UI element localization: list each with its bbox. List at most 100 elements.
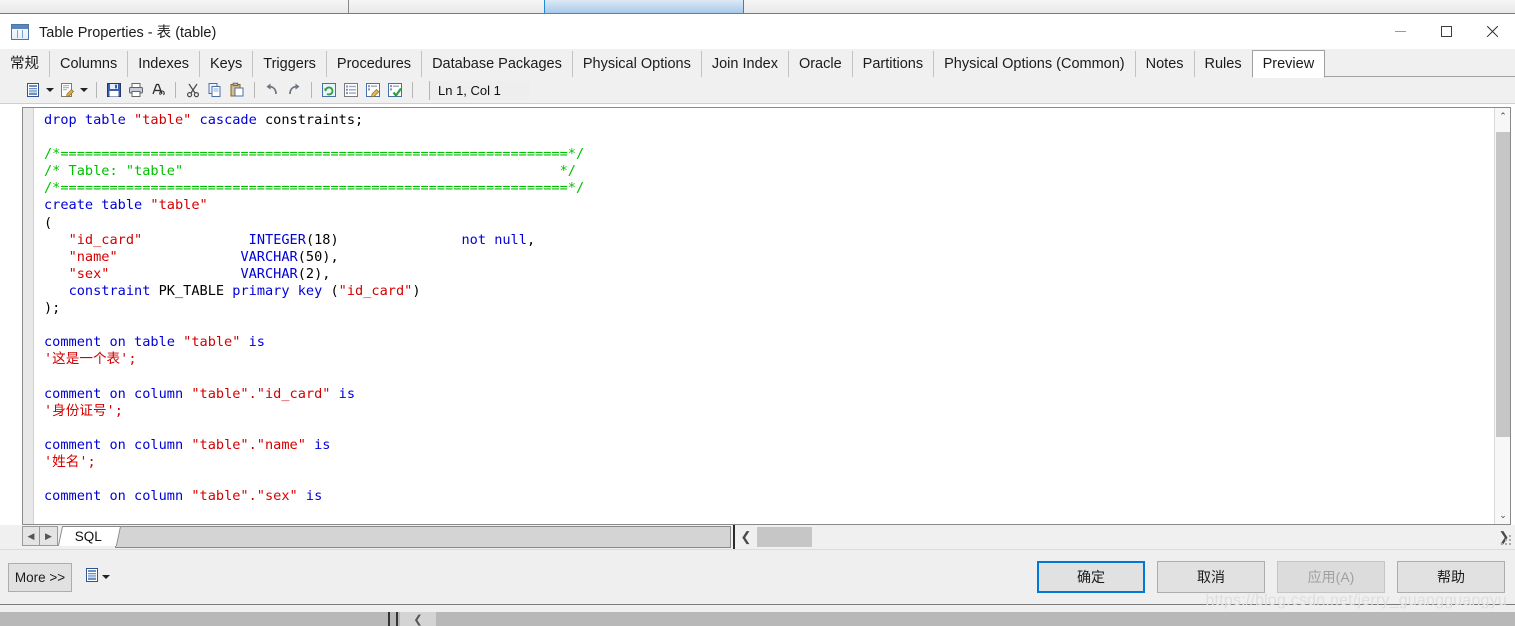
horizontal-scroll-track[interactable]	[757, 526, 1493, 548]
background-divider-2	[396, 612, 398, 626]
horizontal-scrollbar[interactable]: ❮ ❯	[735, 525, 1515, 549]
properties-tabstrip: 常规 Columns Indexes Keys Triggers Procedures Da…	[0, 49, 1515, 78]
code-token: is	[297, 488, 323, 505]
tab-columns[interactable]: Columns	[49, 51, 129, 77]
minimize-button[interactable]	[1377, 14, 1423, 49]
dialog-button-bar: More >> 确定 取消 应用(A) 帮助 https://blog.csdn.ne…	[0, 549, 1515, 609]
tab-general[interactable]: 常规	[0, 51, 50, 77]
code-line: comment on column "table"."sex" is	[44, 488, 1494, 505]
properties-icon[interactable]	[340, 79, 362, 101]
find-icon[interactable]	[147, 79, 169, 101]
scroll-down-icon[interactable]: ⌄	[1495, 507, 1510, 524]
tab-partitions[interactable]: Partitions	[851, 51, 935, 77]
print-icon[interactable]	[125, 79, 147, 101]
vertical-scrollbar[interactable]: ⌃ ⌄	[1494, 108, 1510, 524]
copy-icon[interactable]	[204, 79, 226, 101]
code-token: create table	[44, 197, 151, 214]
check-properties-icon[interactable]	[384, 79, 406, 101]
code-token: (18)	[305, 231, 339, 248]
code-token: "table"	[150, 197, 208, 214]
tab-label: Keys	[210, 56, 243, 72]
maximize-button[interactable]	[1423, 14, 1469, 49]
code-token: '身份证号';	[44, 402, 123, 419]
generate-script-icon	[84, 567, 100, 588]
sql-code-area[interactable]: drop table "table" cascade constraints; …	[34, 108, 1494, 524]
sheet-prev-button[interactable]: ◀	[22, 526, 40, 546]
undo-icon[interactable]	[261, 79, 283, 101]
code-line: /*======================================…	[44, 180, 1494, 197]
tab-procedures[interactable]: Procedures	[325, 51, 423, 77]
background-window-tabstrip	[0, 0, 1515, 13]
button-label: 取消	[1197, 569, 1225, 585]
tab-triggers[interactable]: Triggers	[252, 51, 327, 77]
help-button[interactable]: 帮助	[1397, 561, 1505, 593]
chevron-down-icon[interactable]	[44, 79, 56, 101]
code-line: '身份证号';	[44, 403, 1494, 420]
sheet-next-button[interactable]: ▶	[40, 526, 58, 546]
code-token: is	[240, 334, 265, 351]
refresh-icon[interactable]	[318, 79, 340, 101]
horizontal-scroll-thumb[interactable]	[757, 527, 812, 547]
code-token: (	[44, 214, 53, 231]
code-token: VARCHAR	[240, 265, 298, 282]
code-line: comment on column "table"."name" is	[44, 437, 1494, 454]
vertical-scroll-thumb[interactable]	[1496, 132, 1510, 437]
background-active-tab[interactable]	[544, 0, 744, 13]
edit-script-icon[interactable]	[56, 79, 78, 101]
code-token: '这是一个表';	[44, 351, 137, 368]
code-token: );	[44, 300, 61, 317]
tab-label: Database Packages	[432, 56, 562, 72]
dialog-action-buttons: 确定 取消 应用(A) 帮助	[1037, 561, 1505, 593]
tab-label: Preview	[1262, 56, 1315, 72]
chevron-down-icon[interactable]	[100, 566, 112, 588]
code-line: /*======================================…	[44, 146, 1494, 163]
background-prev-arrow-icon[interactable]: ❮	[400, 612, 436, 626]
tab-oracle[interactable]: Oracle	[787, 51, 853, 77]
code-line: );	[44, 300, 1494, 317]
tab-notes[interactable]: Notes	[1134, 51, 1195, 77]
editor-toolbar: Ln 1, Col 1	[0, 77, 1515, 104]
tab-label: Procedures	[336, 56, 412, 72]
scroll-left-icon[interactable]: ❮	[735, 526, 757, 548]
sheet-tab-filler	[115, 526, 731, 548]
code-token: /*======================================…	[44, 180, 585, 197]
edit-properties-icon[interactable]	[362, 79, 384, 101]
resize-grip-icon[interactable]	[1501, 535, 1513, 547]
scroll-up-icon[interactable]: ⌃	[1495, 108, 1510, 125]
footer-script-button[interactable]	[84, 566, 112, 588]
tab-preview[interactable]: Preview	[1251, 50, 1326, 78]
sheet-tab-area: SQL	[57, 525, 731, 549]
code-token: )	[412, 282, 421, 299]
tab-physical-options-common[interactable]: Physical Options (Common)	[933, 51, 1136, 77]
more-button[interactable]: More >>	[8, 562, 72, 592]
cut-icon[interactable]	[182, 79, 204, 101]
background-divider-1	[388, 612, 390, 626]
tab-rules[interactable]: Rules	[1193, 51, 1253, 77]
tab-label: Physical Options (Common)	[944, 56, 1125, 72]
tab-indexes[interactable]: Indexes	[127, 51, 201, 77]
close-button[interactable]	[1469, 14, 1515, 49]
code-token: "table"."id_card"	[191, 385, 331, 402]
code-line: comment on column "table"."id_card" is	[44, 386, 1494, 403]
sheet-tab-sql[interactable]: SQL	[57, 526, 122, 546]
generate-script-icon[interactable]	[22, 79, 44, 101]
cancel-button[interactable]: 取消	[1157, 561, 1265, 593]
tab-join-index[interactable]: Join Index	[700, 51, 789, 77]
tab-keys[interactable]: Keys	[199, 51, 254, 77]
redo-icon[interactable]	[283, 79, 305, 101]
paste-icon[interactable]	[226, 79, 248, 101]
editor-gutter	[23, 108, 34, 524]
table-icon	[11, 23, 29, 40]
tab-database-packages[interactable]: Database Packages	[421, 51, 573, 77]
ok-button[interactable]: 确定	[1037, 561, 1145, 593]
code-line: "id_card" INTEGER(18) not null,	[44, 232, 1494, 249]
chevron-down-icon[interactable]	[78, 79, 90, 101]
code-token: INTEGER	[248, 231, 306, 248]
tab-physical-options[interactable]: Physical Options	[571, 51, 702, 77]
save-icon[interactable]	[103, 79, 125, 101]
